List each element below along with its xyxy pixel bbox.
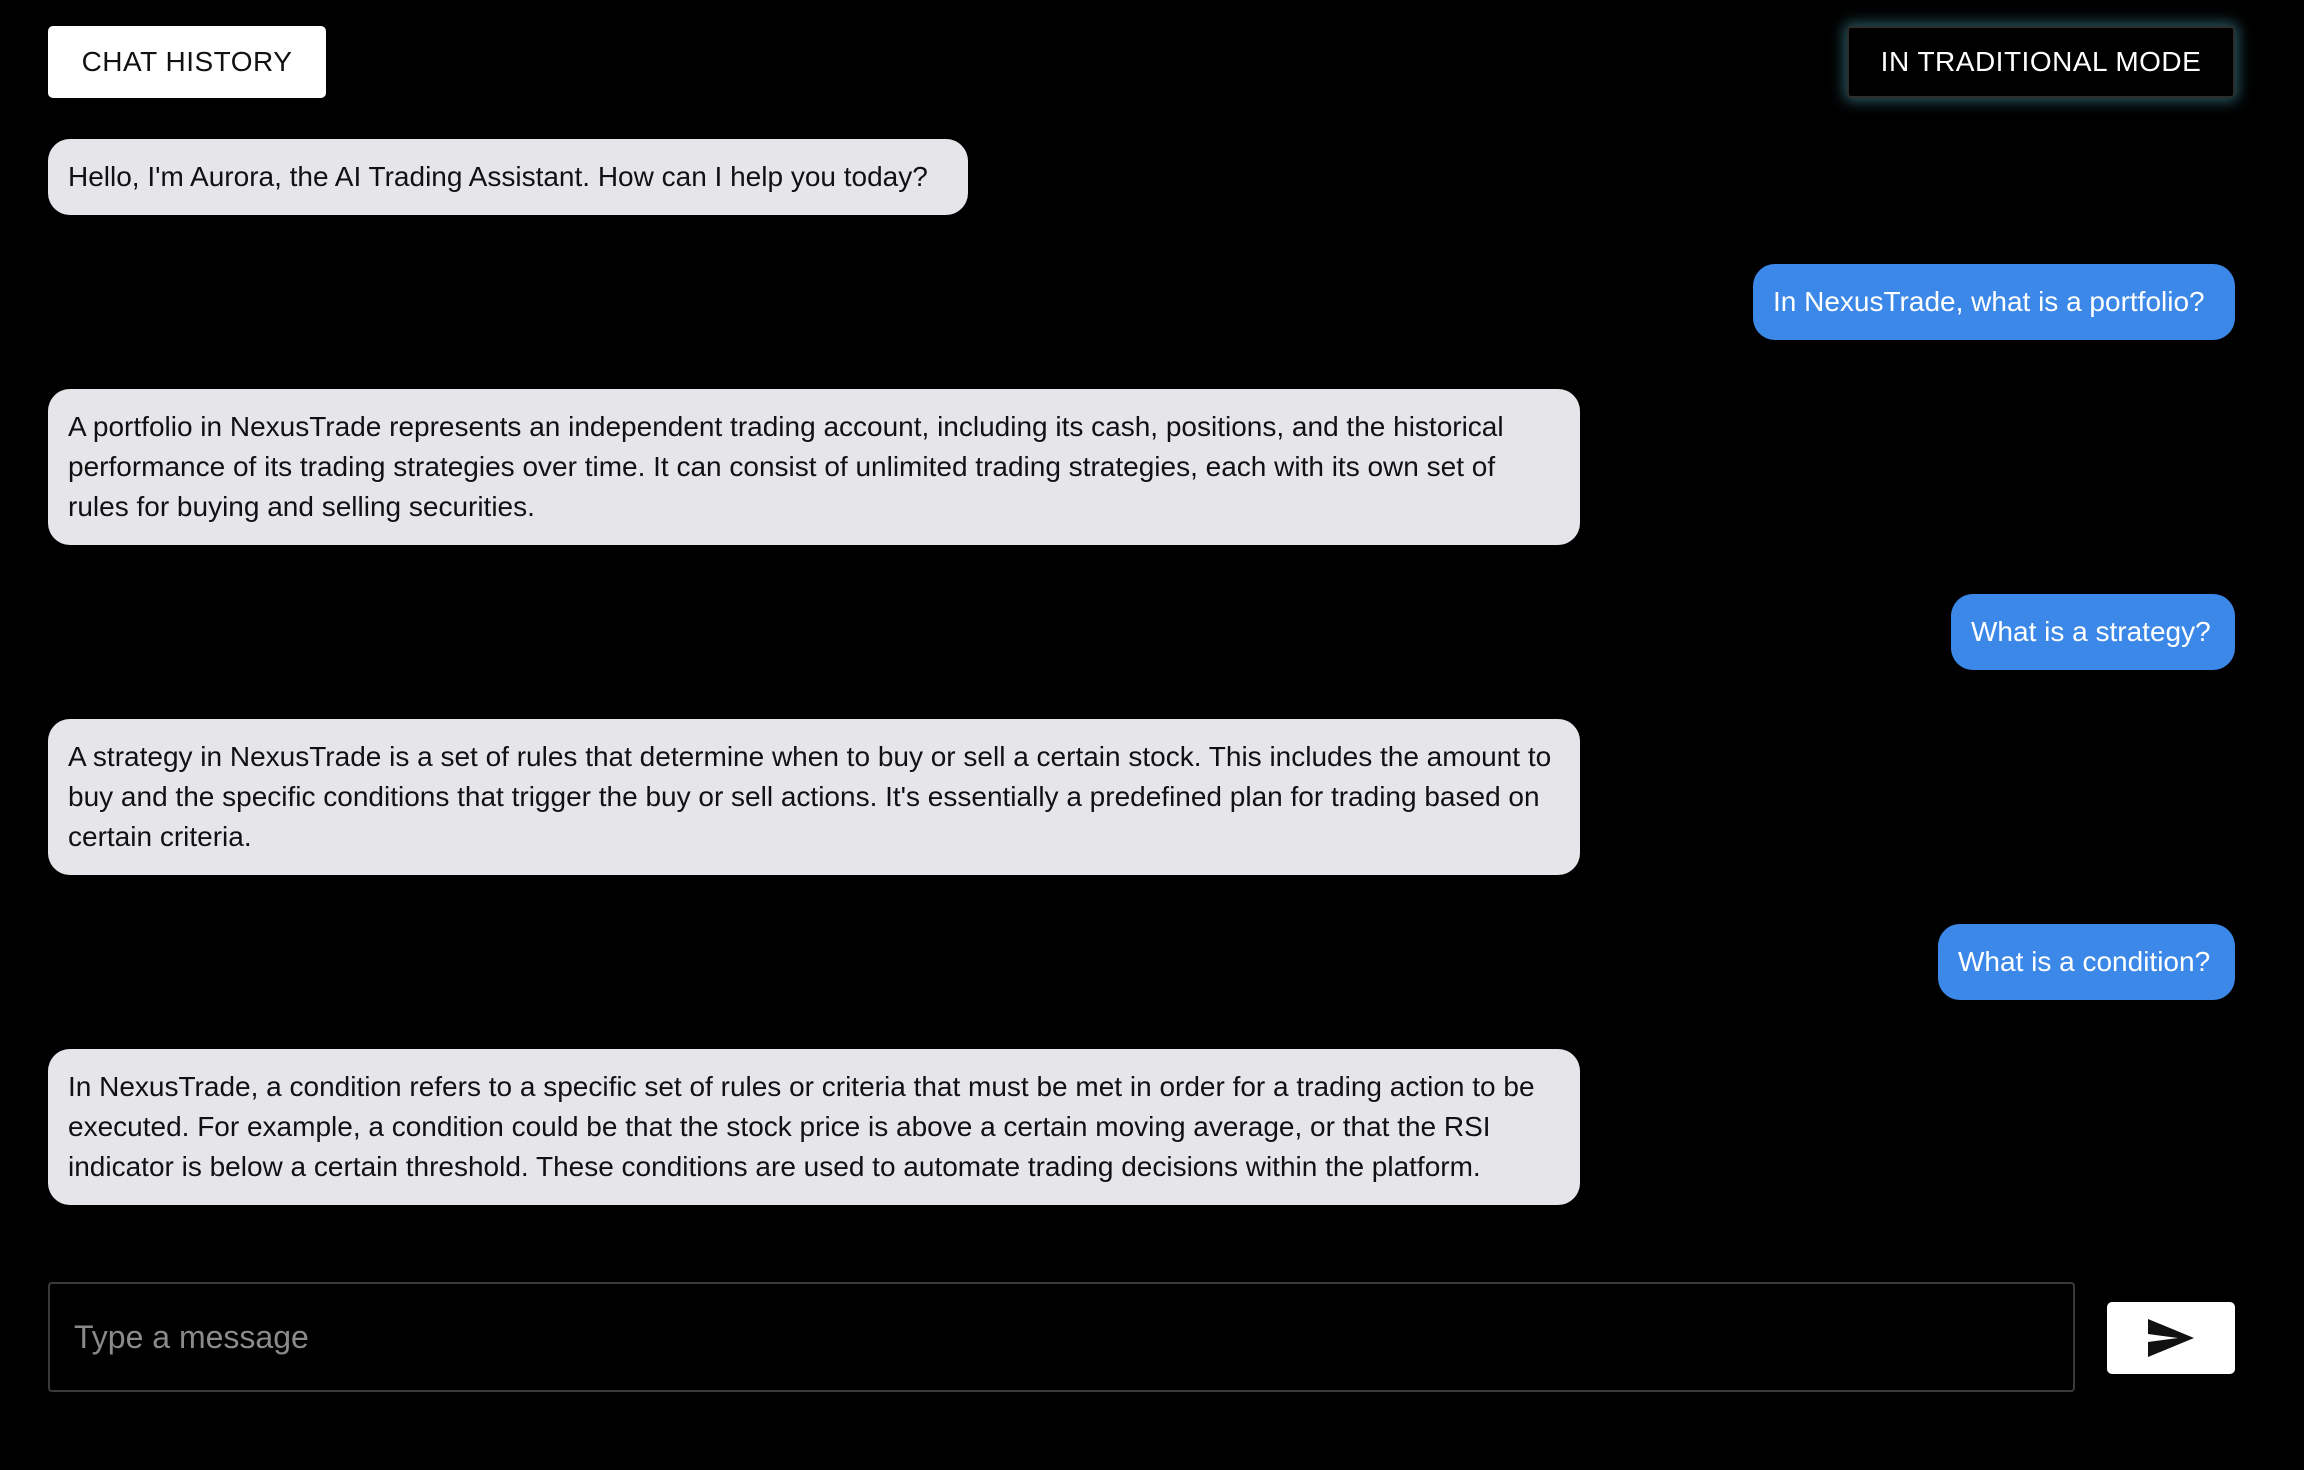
assistant-message: In NexusTrade, a condition refers to a s… [48,1049,1580,1205]
send-icon [2148,1319,2194,1357]
assistant-message: Hello, I'm Aurora, the AI Trading Assist… [48,139,968,215]
user-message: In NexusTrade, what is a portfolio? [1753,264,2235,340]
user-message: What is a condition? [1938,924,2235,1000]
assistant-message: A portfolio in NexusTrade represents an … [48,389,1580,545]
send-button[interactable] [2107,1302,2235,1374]
user-message: What is a strategy? [1951,594,2235,670]
top-bar: CHAT HISTORY IN TRADITIONAL MODE [48,26,2235,98]
message-composer [48,1282,2235,1392]
message-input[interactable] [48,1282,2075,1392]
chat-history-button[interactable]: CHAT HISTORY [48,26,326,98]
message-list: Hello, I'm Aurora, the AI Trading Assist… [48,139,2235,1205]
mode-toggle-button[interactable]: IN TRADITIONAL MODE [1847,26,2235,98]
chat-page: CHAT HISTORY IN TRADITIONAL MODE Hello, … [0,0,2304,1470]
assistant-message: A strategy in NexusTrade is a set of rul… [48,719,1580,875]
